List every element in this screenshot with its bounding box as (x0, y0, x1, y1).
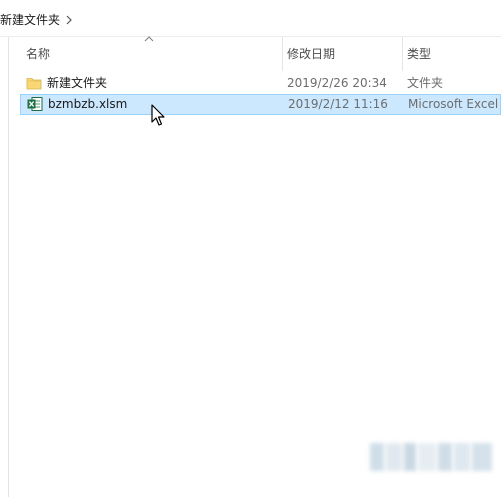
column-header-name[interactable]: 名称 (26, 37, 282, 71)
file-date-modified: 2019/2/12 11:16 (288, 97, 388, 111)
file-row-excel[interactable]: bzmbzb.xlsm 2019/2/12 11:16 Microsoft Ex… (20, 94, 501, 115)
watermark (370, 443, 492, 471)
address-bar[interactable]: 新建文件夹 (0, 0, 501, 37)
file-date-modified: 2019/2/26 20:34 (287, 76, 387, 90)
column-divider[interactable] (402, 37, 403, 71)
chevron-right-icon[interactable] (64, 14, 74, 26)
breadcrumb-current-folder[interactable]: 新建文件夹 (0, 12, 60, 28)
file-type: Microsoft Excel (408, 97, 499, 111)
column-header-type[interactable]: 类型 (407, 37, 501, 71)
file-type: 文件夹 (407, 76, 444, 90)
file-row-folder[interactable]: 新建文件夹 2019/2/26 20:34 文件夹 (20, 73, 501, 94)
mouse-pointer-icon (151, 104, 165, 126)
folder-icon (26, 78, 42, 90)
column-header-date-modified[interactable]: 修改日期 (287, 37, 401, 71)
excel-file-icon (27, 97, 43, 111)
navigation-pane[interactable] (0, 37, 9, 497)
file-name: 新建文件夹 (47, 76, 108, 90)
column-divider[interactable] (282, 37, 283, 71)
column-header-row: 名称 修改日期 类型 (20, 36, 501, 71)
